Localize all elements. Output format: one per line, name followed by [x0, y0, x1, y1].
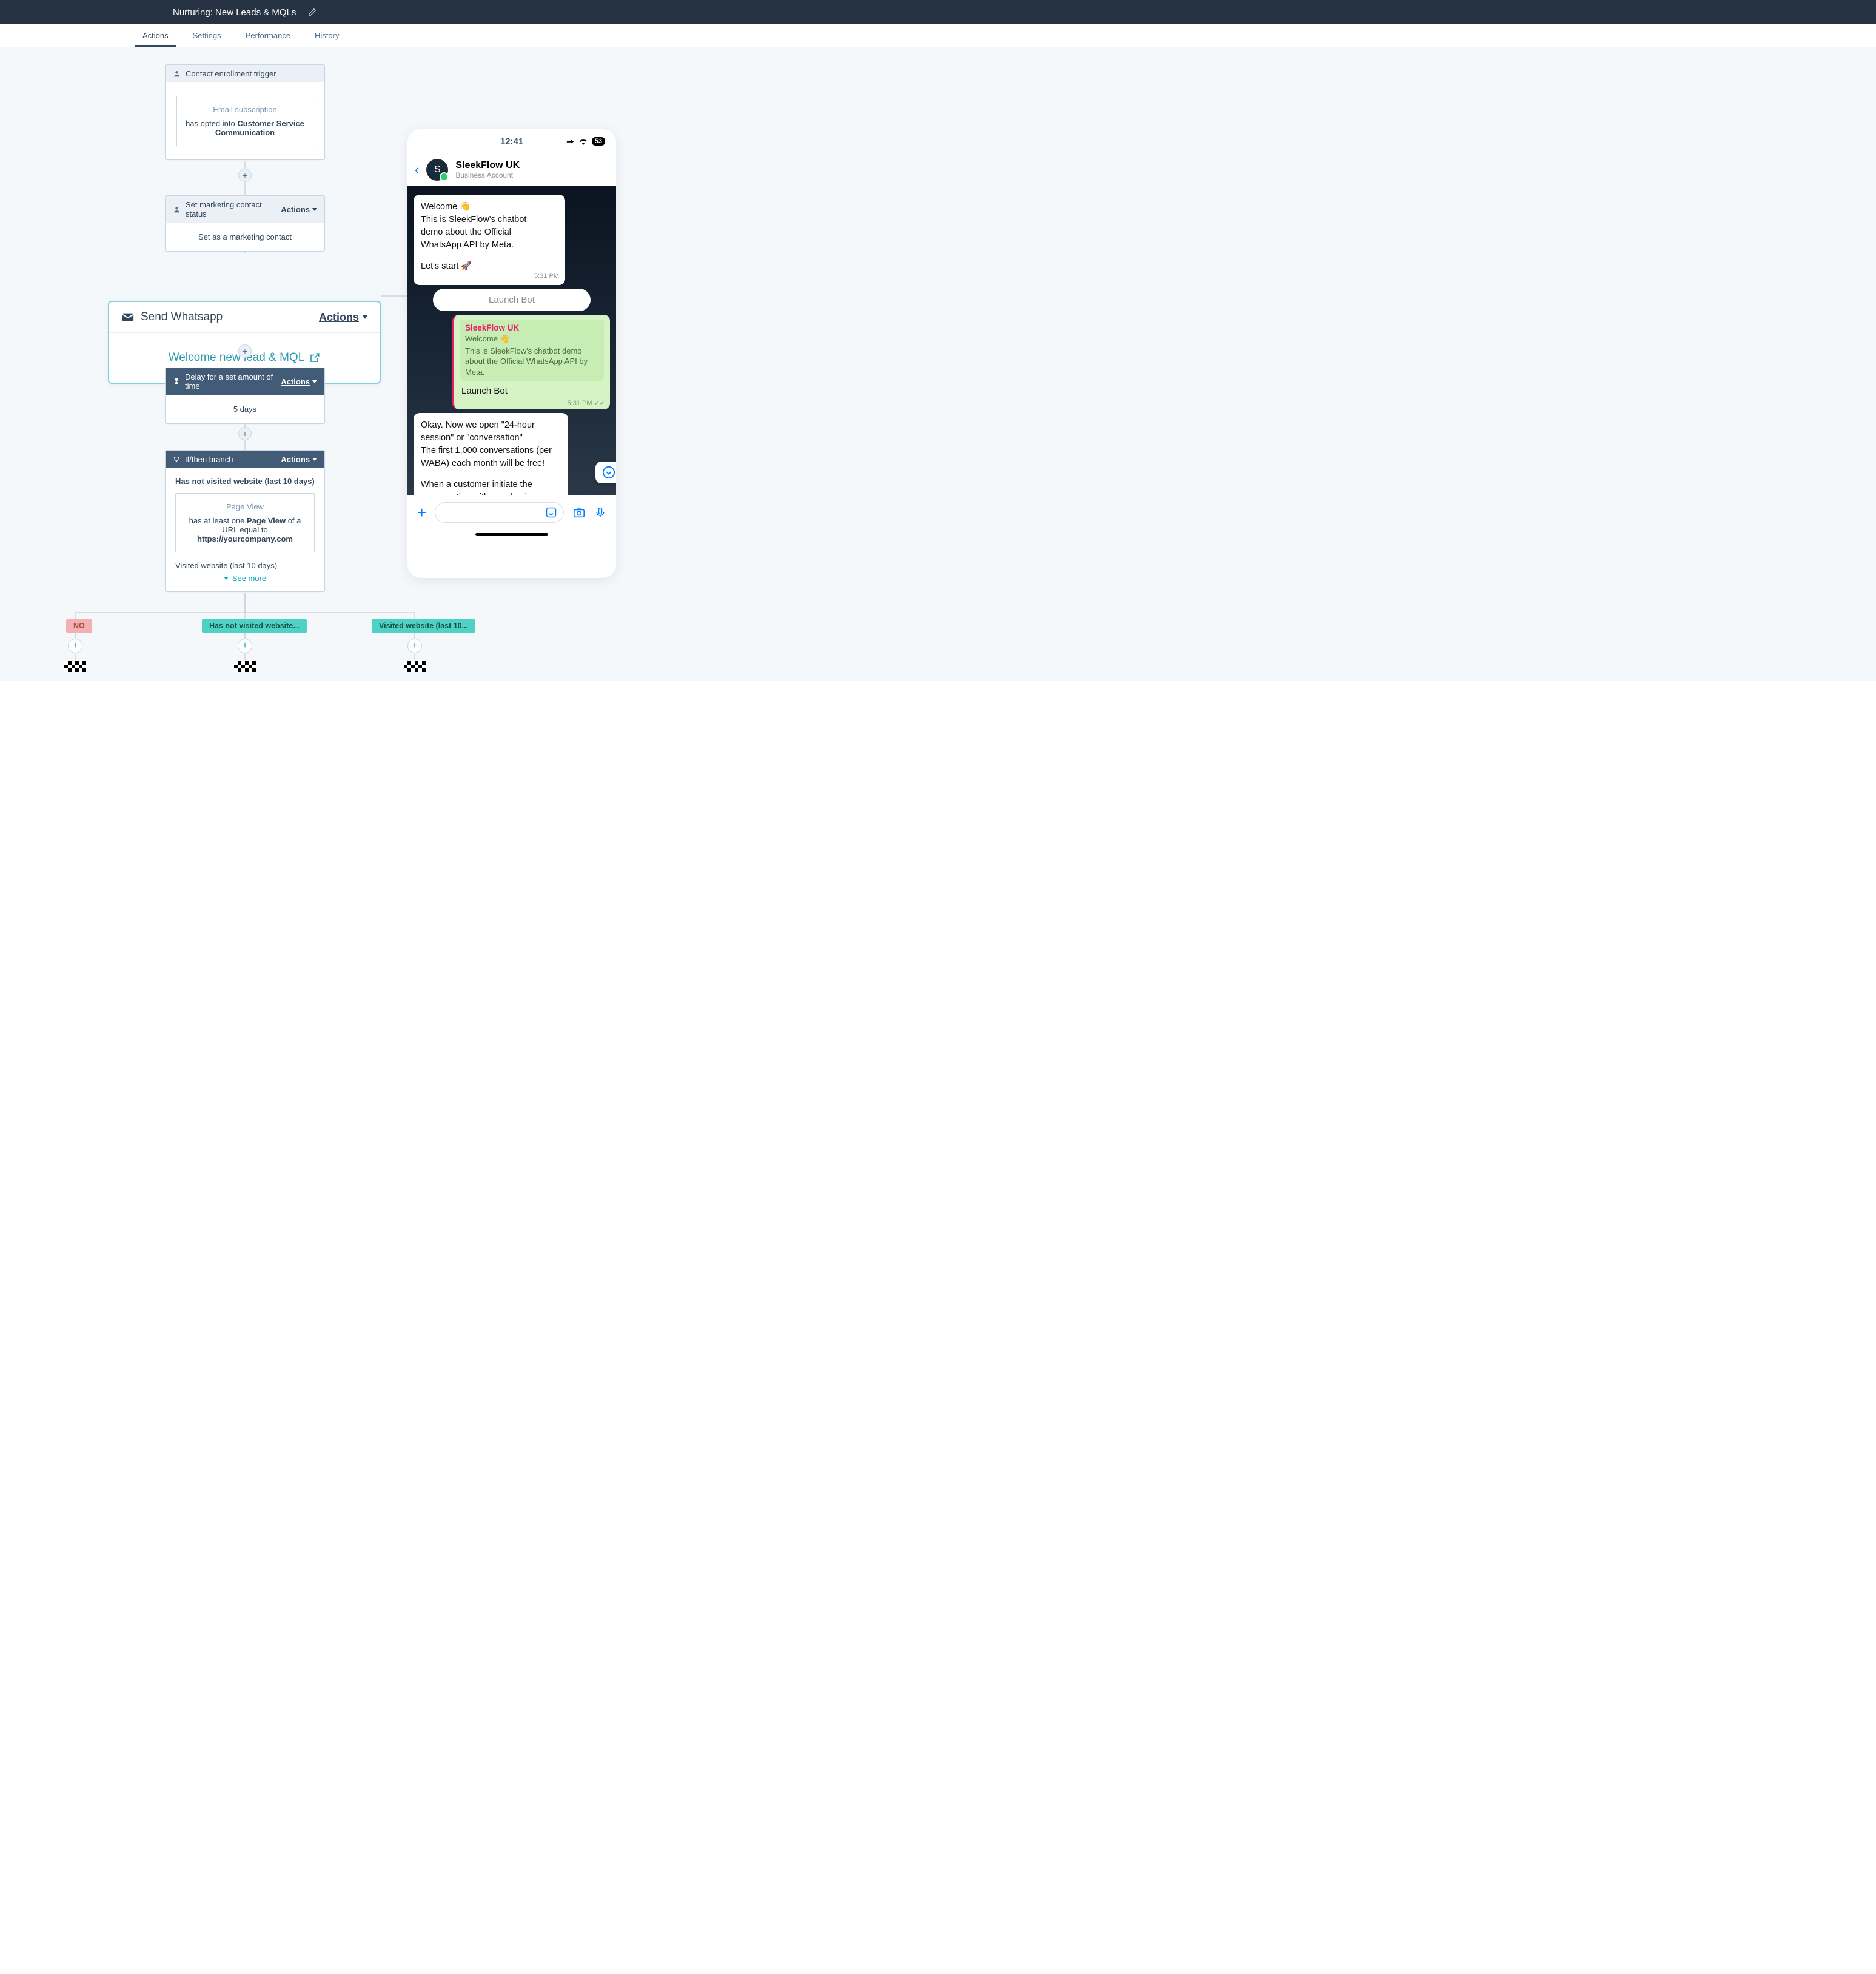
home-indicator — [475, 533, 548, 536]
back-icon[interactable]: ‹ — [415, 162, 419, 178]
branch-card[interactable]: If/then branch Actions Has not visited w… — [165, 450, 325, 592]
wifi-icon — [578, 138, 588, 145]
tab-settings[interactable]: Settings — [181, 24, 233, 47]
message-text: This is SleekFlow's chatbot demo about t… — [421, 213, 529, 252]
tab-history[interactable]: History — [303, 24, 351, 47]
message-text: Welcome 👋 — [421, 201, 529, 213]
envelope-icon — [121, 311, 135, 324]
chat-subtitle: Business Account — [455, 171, 520, 180]
quote-text: This is SleekFlow's chatbot demo about t… — [465, 346, 599, 378]
see-more-link[interactable]: See more — [166, 570, 324, 591]
top-bar: Nurturing: New Leads & MQLs — [0, 0, 1876, 24]
tab-performance[interactable]: Performance — [233, 24, 303, 47]
enrollment-section-label: Email subscription — [183, 105, 307, 114]
enrollment-rule-prefix: has opted into — [186, 119, 237, 128]
branch-actions[interactable]: Actions — [281, 455, 317, 464]
chat-name: SleekFlow UK — [455, 160, 520, 171]
chat-input-bar: + — [407, 495, 616, 529]
delay-header-text: Delay for a set amount of time — [185, 372, 281, 391]
marketing-header-text: Set marketing contact status — [186, 200, 281, 218]
branch-pill-visited[interactable]: Visited website (last 10... — [372, 619, 475, 633]
message-text: Okay. Now we open "24-hour session" or "… — [421, 419, 561, 470]
branch-pill-no[interactable]: NO — [66, 619, 92, 633]
mic-icon[interactable] — [594, 506, 606, 519]
marketing-actions[interactable]: Actions — [281, 205, 317, 214]
message-outgoing: SleekFlow UK Welcome 👋 This is SleekFlow… — [452, 315, 610, 409]
chat-body[interactable]: Welcome 👋 This is SleekFlow's chatbot de… — [407, 186, 616, 495]
marketing-card[interactable]: Set marketing contact status Actions Set… — [165, 195, 325, 252]
camera-icon[interactable] — [572, 506, 586, 519]
add-step-button[interactable]: + — [238, 427, 252, 440]
tabs: Actions Settings Performance History — [0, 24, 1876, 47]
enrollment-header-text: Contact enrollment trigger — [186, 69, 276, 78]
add-step-button[interactable]: + — [407, 639, 422, 653]
send-whatsapp-title: Send Whatsapp — [141, 311, 223, 324]
delay-actions[interactable]: Actions — [281, 377, 317, 386]
message-incoming: Okay. Now we open "24-hour session" or "… — [414, 413, 568, 495]
quote-sender: SleekFlow UK — [465, 323, 599, 332]
branch-condition-1: Has not visited website (last 10 days) — [175, 477, 315, 486]
enrollment-card[interactable]: Contact enrollment trigger Email subscri… — [165, 64, 325, 160]
add-step-button[interactable]: + — [238, 169, 252, 182]
marketing-body: Set as a marketing contact — [166, 223, 324, 251]
airplane-icon — [566, 137, 575, 146]
message-text: When a customer initiate the conversatio… — [421, 478, 561, 495]
sticker-icon[interactable] — [545, 506, 557, 519]
finish-flag-icon — [234, 661, 256, 672]
add-step-button[interactable]: + — [238, 344, 252, 358]
tab-actions[interactable]: Actions — [130, 24, 181, 47]
delay-card[interactable]: Delay for a set amount of time Actions 5… — [165, 368, 325, 424]
finish-flag-icon — [404, 661, 426, 672]
branch-icon — [173, 456, 180, 463]
enrollment-rule: Email subscription has opted into Custom… — [176, 96, 313, 146]
marketing-header: Set marketing contact status Actions — [166, 196, 324, 223]
enrollment-header: Contact enrollment trigger — [166, 65, 324, 82]
branch-rule-bold: Page View — [247, 516, 286, 525]
battery-level: 53 — [592, 137, 605, 146]
phone-preview: 12:41 53 ‹ S SleekFlow UK Business Accou… — [407, 129, 616, 578]
status-bar: 12:41 53 — [407, 129, 616, 153]
avatar[interactable]: S — [426, 159, 448, 181]
hourglass-icon — [173, 378, 180, 385]
branch-rule-bold2: https://yourcompany.com — [197, 534, 293, 543]
contact-icon — [173, 70, 181, 78]
quote-text: Welcome 👋 — [465, 334, 599, 344]
whatsapp-action-button[interactable]: Launch Bot — [433, 289, 591, 311]
delay-body: 5 days — [166, 395, 324, 423]
message-text: Let's start 🚀 — [421, 260, 529, 273]
message-timestamp: 5:31 PM ✓✓ — [568, 399, 605, 407]
send-whatsapp-actions[interactable]: Actions — [319, 311, 367, 324]
branch-pill-not-visited[interactable]: Has not visited website... — [202, 619, 307, 633]
branch-condition-2: Visited website (last 10 days) — [175, 561, 315, 570]
scroll-down-button[interactable] — [595, 462, 616, 483]
contact-icon — [173, 206, 181, 213]
branch-header-text: If/then branch — [185, 455, 233, 464]
finish-flag-icon — [64, 661, 86, 672]
add-step-button[interactable]: + — [238, 639, 252, 653]
workflow-title: Nurturing: New Leads & MQLs — [173, 7, 296, 18]
add-step-button[interactable]: + — [68, 639, 82, 653]
reply-text: Launch Bot — [460, 384, 604, 396]
status-time: 12:41 — [500, 136, 523, 147]
message-incoming: Welcome 👋 This is SleekFlow's chatbot de… — [414, 195, 565, 285]
workflow-canvas[interactable]: Contact enrollment trigger Email subscri… — [0, 47, 1876, 681]
external-link-icon — [309, 352, 320, 363]
attach-icon[interactable]: + — [417, 503, 426, 522]
message-input[interactable] — [435, 502, 564, 523]
chat-header: ‹ S SleekFlow UK Business Account — [407, 153, 616, 186]
branch-rule-prefix: has at least one — [189, 516, 247, 525]
branch-inset-label: Page View — [182, 502, 308, 511]
quoted-message: SleekFlow UK Welcome 👋 This is SleekFlow… — [460, 320, 604, 381]
edit-icon[interactable] — [308, 8, 317, 16]
message-timestamp: 5:31 PM — [534, 272, 559, 281]
